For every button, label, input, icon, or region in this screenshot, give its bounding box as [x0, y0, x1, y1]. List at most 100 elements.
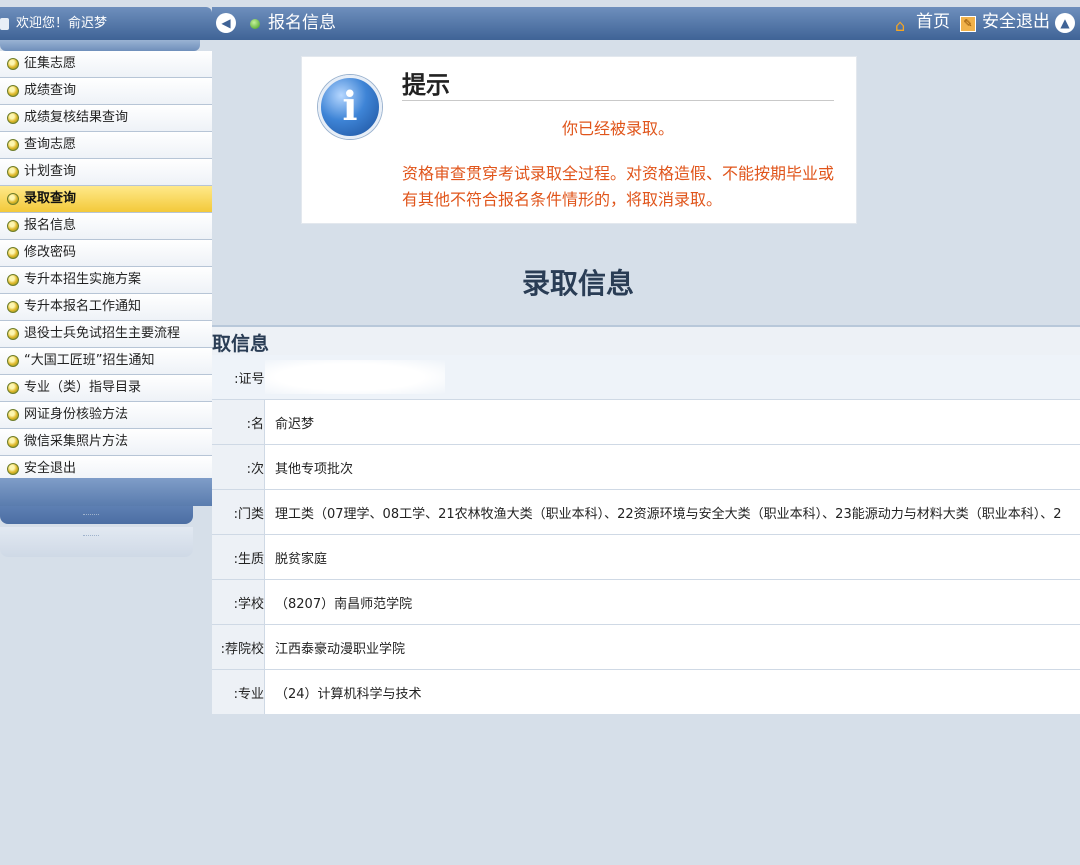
- row-value: （8207）南昌师范学院: [264, 579, 1080, 625]
- welcome-text: 欢迎您！俞迟梦: [16, 16, 108, 31]
- sidebar-item-label: 录取查询: [24, 191, 77, 206]
- bullet-icon: [7, 112, 19, 124]
- table-row: 生质: 脱贫家庭: [212, 534, 1080, 580]
- row-value: （24）计算机科学与技术: [264, 669, 1080, 714]
- back-arrow-icon[interactable]: ◀: [216, 13, 236, 33]
- bullet-icon: [7, 85, 19, 97]
- row-label: 荐院校:: [212, 624, 265, 670]
- table-row: 门类: 理工类（07理学、08工学、21农林牧渔大类（职业本科）、22资源环境与…: [212, 489, 1080, 535]
- row-label: 次:: [212, 444, 265, 490]
- user-icon: [0, 18, 9, 30]
- sidebar-header: 欢迎您！俞迟梦: [0, 7, 212, 40]
- section-title: 取信息: [212, 333, 270, 355]
- bullet-icon: [7, 220, 19, 232]
- sidebar-item-admission-query[interactable]: 录取查询: [0, 186, 212, 213]
- sidebar-item-upgrade-plan[interactable]: 专升本招生实施方案: [0, 267, 212, 294]
- sidebar-strip: [0, 40, 200, 51]
- sidebar-item-label: 报名信息: [24, 218, 77, 233]
- sidebar-item-label: 查询志愿: [24, 137, 77, 152]
- sidebar-item-label: 专升本招生实施方案: [24, 272, 142, 287]
- row-label: 证号:: [212, 355, 265, 400]
- bullet-icon: [7, 301, 19, 313]
- home-icon[interactable]: ⌂: [895, 16, 905, 35]
- sidebar-footer: [0, 478, 212, 506]
- row-value: 俞迟梦: [264, 399, 1080, 445]
- sidebar-item-label: 退役士兵免试招生主要流程: [24, 326, 181, 341]
- bullet-icon: [7, 58, 19, 70]
- row-label: 学校:: [212, 579, 265, 625]
- bullet-icon: [7, 409, 19, 421]
- top-bar: ◀ 报名信息 ⌂ 首页 ✎ 安全退出 ▲: [212, 7, 1080, 40]
- bullet-icon: [7, 436, 19, 448]
- row-value: 理工类（07理学、08工学、21农林牧渔大类（职业本科）、22资源环境与安全大类…: [264, 489, 1080, 535]
- sidebar-item-label: 微信采集照片方法: [24, 434, 129, 449]
- notice-message: 你已经被录取。: [561, 119, 674, 138]
- sidebar-item-label: 成绩复核结果查询: [24, 110, 129, 125]
- info-icon: i: [318, 75, 382, 139]
- key-icon[interactable]: ✎: [960, 16, 976, 32]
- sidebar-item-label: “大国工匠班”招生通知: [24, 353, 155, 368]
- logout-link[interactable]: 安全退出: [982, 7, 1050, 38]
- table-row: 名: 俞迟梦: [212, 399, 1080, 445]
- row-label: 门类:: [212, 489, 265, 535]
- sidebar-item-veteran-process[interactable]: 退役士兵免试招生主要流程: [0, 321, 212, 348]
- table-row: 荐院校: 江西泰豪动漫职业学院: [212, 624, 1080, 670]
- bullet-icon: [7, 328, 19, 340]
- table-row: 证号:: [212, 355, 1080, 400]
- sidebar-item-label: 修改密码: [24, 245, 77, 260]
- notice-box: i 提示 你已经被录取。 资格审查贯穿考试录取全过程。对资格造假、不能按期毕业或…: [301, 56, 857, 224]
- sidebar-item-label: 专升本报名工作通知: [24, 299, 142, 314]
- table-row: 次: 其他专项批次: [212, 444, 1080, 490]
- sidebar-item-craftsman-notice[interactable]: “大国工匠班”招生通知: [0, 348, 212, 375]
- bullet-icon: [7, 382, 19, 394]
- sidebar-item-label: 成绩查询: [24, 83, 77, 98]
- sidebar: 欢迎您！俞迟梦 征集志愿 成绩查询 成绩复核结果查询 查询志愿 计划查询 录取查…: [0, 0, 212, 865]
- home-link[interactable]: 首页: [916, 7, 950, 38]
- sidebar-item-score-query[interactable]: 成绩查询: [0, 78, 212, 105]
- row-label: 生质:: [212, 534, 265, 580]
- sidebar-menu: 征集志愿 成绩查询 成绩复核结果查询 查询志愿 计划查询 录取查询 报名信息 修…: [0, 51, 212, 483]
- sidebar-item-label: 专业（类）指导目录: [24, 380, 142, 395]
- sidebar-item-label: 安全退出: [24, 461, 77, 476]
- sidebar-item-major-catalog[interactable]: 专业（类）指导目录: [0, 375, 212, 402]
- page-title: 报名信息: [268, 13, 336, 33]
- row-label: 名:: [212, 399, 265, 445]
- sidebar-collapse-handle[interactable]: [0, 506, 193, 524]
- row-label: 专业:: [212, 669, 265, 714]
- sidebar-item-registration-info[interactable]: 报名信息: [0, 213, 212, 240]
- row-value: 其他专项批次: [264, 444, 1080, 490]
- admission-info-panel: 取信息 证号: 名: 俞迟梦 次: 其他专项批次 门类: 理工类（07理学、08…: [212, 325, 1080, 714]
- notice-title: 提示: [402, 71, 450, 99]
- sidebar-item-upgrade-notice[interactable]: 专升本报名工作通知: [0, 294, 212, 321]
- page-bullet-icon: [250, 19, 260, 29]
- row-value-redacted: [264, 355, 1080, 400]
- bullet-icon: [7, 193, 19, 205]
- collapse-up-icon[interactable]: ▲: [1055, 13, 1075, 33]
- sidebar-item-id-verification[interactable]: 网证身份核验方法: [0, 402, 212, 429]
- sidebar-item-change-password[interactable]: 修改密码: [0, 240, 212, 267]
- row-value: 江西泰豪动漫职业学院: [264, 624, 1080, 670]
- redacted-blur: [264, 360, 445, 394]
- bullet-icon: [7, 247, 19, 259]
- admission-heading: 录取信息: [521, 267, 634, 300]
- notice-warning: 资格审查贯穿考试录取全过程。对资格造假、不能按期毕业或有其他不符合报名条件情形的…: [402, 164, 835, 209]
- sidebar-item-volunteer-query[interactable]: 查询志愿: [0, 132, 212, 159]
- notice-divider: [402, 100, 834, 101]
- bullet-icon: [7, 463, 19, 475]
- sidebar-item-wechat-photo[interactable]: 微信采集照片方法: [0, 429, 212, 456]
- sidebar-item-label: 征集志愿: [24, 56, 77, 71]
- sidebar-item-plan-query[interactable]: 计划查询: [0, 159, 212, 186]
- sidebar-item-label: 网证身份核验方法: [24, 407, 129, 422]
- bullet-icon: [7, 166, 19, 178]
- bullet-icon: [7, 274, 19, 286]
- bullet-icon: [7, 355, 19, 367]
- sidebar-item-solicit-volunteer[interactable]: 征集志愿: [0, 51, 212, 78]
- sidebar-item-score-review[interactable]: 成绩复核结果查询: [0, 105, 212, 132]
- sidebar-item-label: 计划查询: [24, 164, 77, 179]
- sidebar-collapse-handle-secondary[interactable]: [0, 527, 193, 557]
- grip-icon: [83, 514, 99, 518]
- admission-info-table: 证号: 名: 俞迟梦 次: 其他专项批次 门类: 理工类（07理学、08工学、2…: [212, 355, 1080, 714]
- bullet-icon: [7, 139, 19, 151]
- table-row: 专业: （24）计算机科学与技术: [212, 669, 1080, 714]
- grip-icon: [83, 535, 99, 539]
